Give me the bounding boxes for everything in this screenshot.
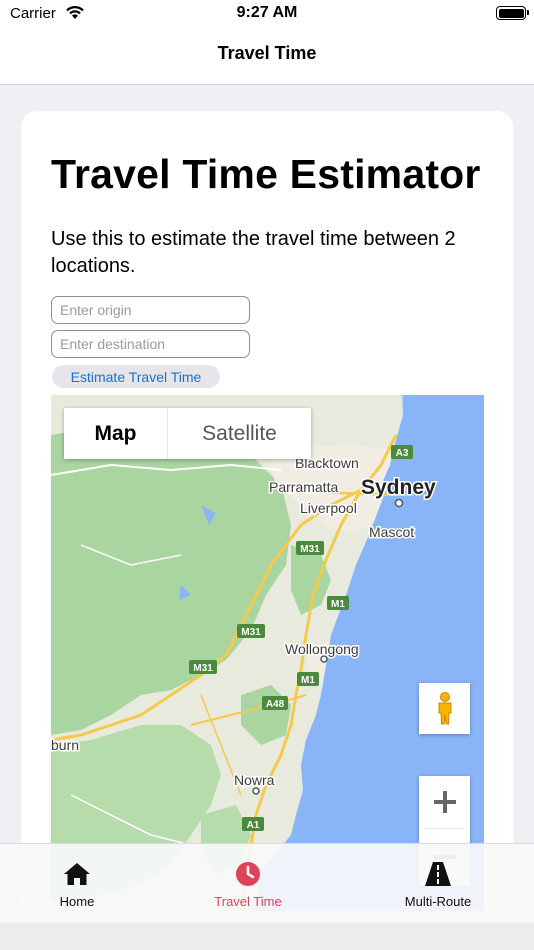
shield-m1-north: M1 bbox=[327, 596, 349, 610]
nav-title: Travel Time bbox=[217, 43, 317, 63]
shield-a3: A3 bbox=[391, 445, 413, 459]
status-bar: Carrier 9:27 AM bbox=[0, 0, 534, 30]
pegman-icon[interactable] bbox=[419, 683, 470, 734]
shield-a1: A1 bbox=[242, 817, 264, 831]
map-type-satellite-button[interactable]: Satellite bbox=[168, 408, 311, 459]
plus-icon[interactable] bbox=[419, 776, 470, 827]
tab-bar: Home Travel Time Multi-Route bbox=[0, 843, 534, 923]
svg-text:A3: A3 bbox=[396, 448, 409, 459]
road-icon bbox=[424, 860, 452, 888]
navigation-header: Travel Time bbox=[0, 30, 534, 85]
svg-text:A48: A48 bbox=[266, 699, 285, 710]
map-label-liverpool: Liverpool bbox=[300, 500, 357, 516]
zoom-divider bbox=[425, 828, 464, 829]
destination-input[interactable] bbox=[51, 330, 250, 358]
svg-text:M31: M31 bbox=[300, 544, 320, 555]
shield-a48: A48 bbox=[262, 696, 288, 710]
map-label-mascot: Mascot bbox=[369, 524, 414, 540]
svg-text:M1: M1 bbox=[331, 599, 345, 610]
map-label-parramatta: Parramatta bbox=[269, 479, 338, 495]
status-time: 9:27 AM bbox=[236, 4, 298, 21]
page-heading: Travel Time Estimator bbox=[51, 151, 481, 197]
clock-icon bbox=[235, 860, 261, 888]
map-view[interactable]: Blacktown Parramatta Sydney Liverpool Ma… bbox=[51, 395, 484, 911]
shield-m31-mid: M31 bbox=[237, 624, 265, 638]
svg-text:M1: M1 bbox=[301, 675, 315, 686]
estimator-card: Travel Time Estimator Use this to estima… bbox=[21, 111, 513, 911]
tab-home[interactable]: Home bbox=[42, 844, 112, 914]
map-label-sydney: Sydney bbox=[361, 476, 436, 499]
battery-icon bbox=[496, 6, 529, 20]
bottom-safe-area bbox=[0, 923, 534, 950]
tab-home-label: Home bbox=[59, 894, 95, 909]
page-description: Use this to estimate the travel time bet… bbox=[51, 228, 456, 277]
estimate-travel-time-button[interactable]: Estimate Travel Time bbox=[52, 365, 220, 388]
svg-text:M31: M31 bbox=[241, 627, 261, 638]
svg-text:M31: M31 bbox=[193, 663, 213, 674]
shield-m31-north: M31 bbox=[296, 541, 324, 555]
map-label-nowra: Nowra bbox=[234, 772, 275, 788]
shield-m31-south: M31 bbox=[189, 660, 217, 674]
map-label-wollongong: Wollongong bbox=[285, 641, 359, 657]
map-type-control: Map Satellite bbox=[64, 408, 311, 459]
tab-multi-route[interactable]: Multi-Route bbox=[388, 844, 488, 914]
tab-travel-time-label: Travel Time bbox=[214, 894, 282, 909]
home-icon bbox=[63, 860, 91, 888]
origin-input[interactable] bbox=[51, 296, 250, 324]
tab-multi-route-label: Multi-Route bbox=[404, 894, 472, 909]
tab-travel-time[interactable]: Travel Time bbox=[197, 844, 299, 914]
svg-text:A1: A1 bbox=[247, 820, 260, 831]
map-type-map-button[interactable]: Map bbox=[64, 408, 168, 459]
shield-m1-south: M1 bbox=[297, 672, 319, 686]
map-label-burn: burn bbox=[51, 737, 79, 753]
